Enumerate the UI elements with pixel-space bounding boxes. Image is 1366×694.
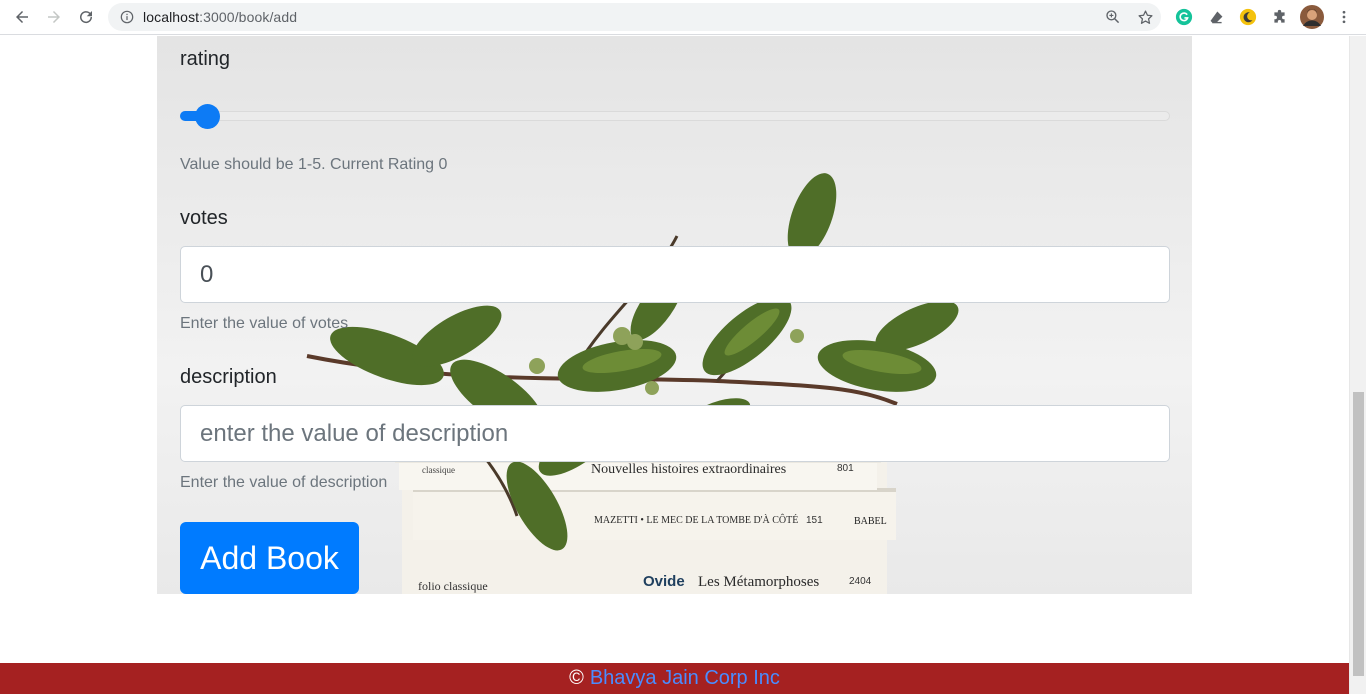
book-author-bottom: Ovide xyxy=(643,573,685,590)
description-input[interactable]: enter the value of description xyxy=(180,405,1170,462)
page-viewport: Nouvelles histoires extraordinaires clas… xyxy=(0,36,1349,694)
description-hint: Enter the value of description xyxy=(180,474,388,491)
extensions-puzzle-icon[interactable] xyxy=(1268,6,1290,28)
book-title-middle: MAZETTI • LE MEC DE LA TOMBE D'À CÔTÉ xyxy=(594,514,798,526)
book-spine-middle: 151 xyxy=(806,515,823,526)
form-card: Nouvelles histoires extraordinaires clas… xyxy=(157,36,1192,594)
book-spine-bottom: 2404 xyxy=(849,576,872,587)
back-icon[interactable] xyxy=(6,1,38,33)
page-footer: © Bhavya Jain Corp Inc xyxy=(0,663,1349,694)
description-label: description xyxy=(180,366,277,388)
browser-toolbar: localhost:3000/book/add xyxy=(0,0,1366,35)
rating-hint: Value should be 1-5. Current Rating 0 xyxy=(180,156,448,173)
book-title-bottom: Les Métamorphoses xyxy=(698,574,819,590)
page-scrollbar[interactable] xyxy=(1349,36,1366,694)
more-menu-icon[interactable] xyxy=(1333,6,1355,28)
url-path: :3000/book/add xyxy=(199,9,298,25)
rating-label: rating xyxy=(180,48,231,70)
dark-mode-extension-icon[interactable] xyxy=(1237,6,1259,28)
book-publisher-middle: BABEL xyxy=(854,516,887,527)
scrollbar-thumb[interactable] xyxy=(1353,392,1364,676)
book-spine-top: 801 xyxy=(837,463,854,474)
url-text: localhost:3000/book/add xyxy=(143,9,297,25)
reload-icon[interactable] xyxy=(70,1,102,33)
site-info-icon[interactable] xyxy=(119,9,135,25)
forward-icon[interactable] xyxy=(38,1,70,33)
copyright-symbol: © xyxy=(569,667,584,689)
book-title-top: Nouvelles histoires extraordinaires xyxy=(591,462,786,477)
address-bar[interactable]: localhost:3000/book/add xyxy=(108,3,1161,31)
bookmark-star-icon[interactable] xyxy=(1135,7,1155,27)
add-book-button[interactable]: Add Book xyxy=(180,522,359,594)
votes-input[interactable]: 0 xyxy=(180,246,1170,303)
url-host: localhost xyxy=(143,9,200,25)
book-publisher-top: classique xyxy=(422,465,455,475)
profile-avatar[interactable] xyxy=(1300,5,1324,29)
zoom-icon[interactable] xyxy=(1103,7,1123,27)
grammarly-extension-icon[interactable] xyxy=(1173,6,1195,28)
rating-slider-track[interactable] xyxy=(180,111,1170,121)
rating-slider-thumb[interactable] xyxy=(195,104,220,129)
book-publisher-bottom: folio classique xyxy=(418,579,488,593)
votes-hint: Enter the value of votes xyxy=(180,315,349,332)
eraser-extension-icon[interactable] xyxy=(1205,6,1227,28)
votes-label: votes xyxy=(180,207,228,229)
company-link[interactable]: Bhavya Jain Corp Inc xyxy=(590,667,780,690)
